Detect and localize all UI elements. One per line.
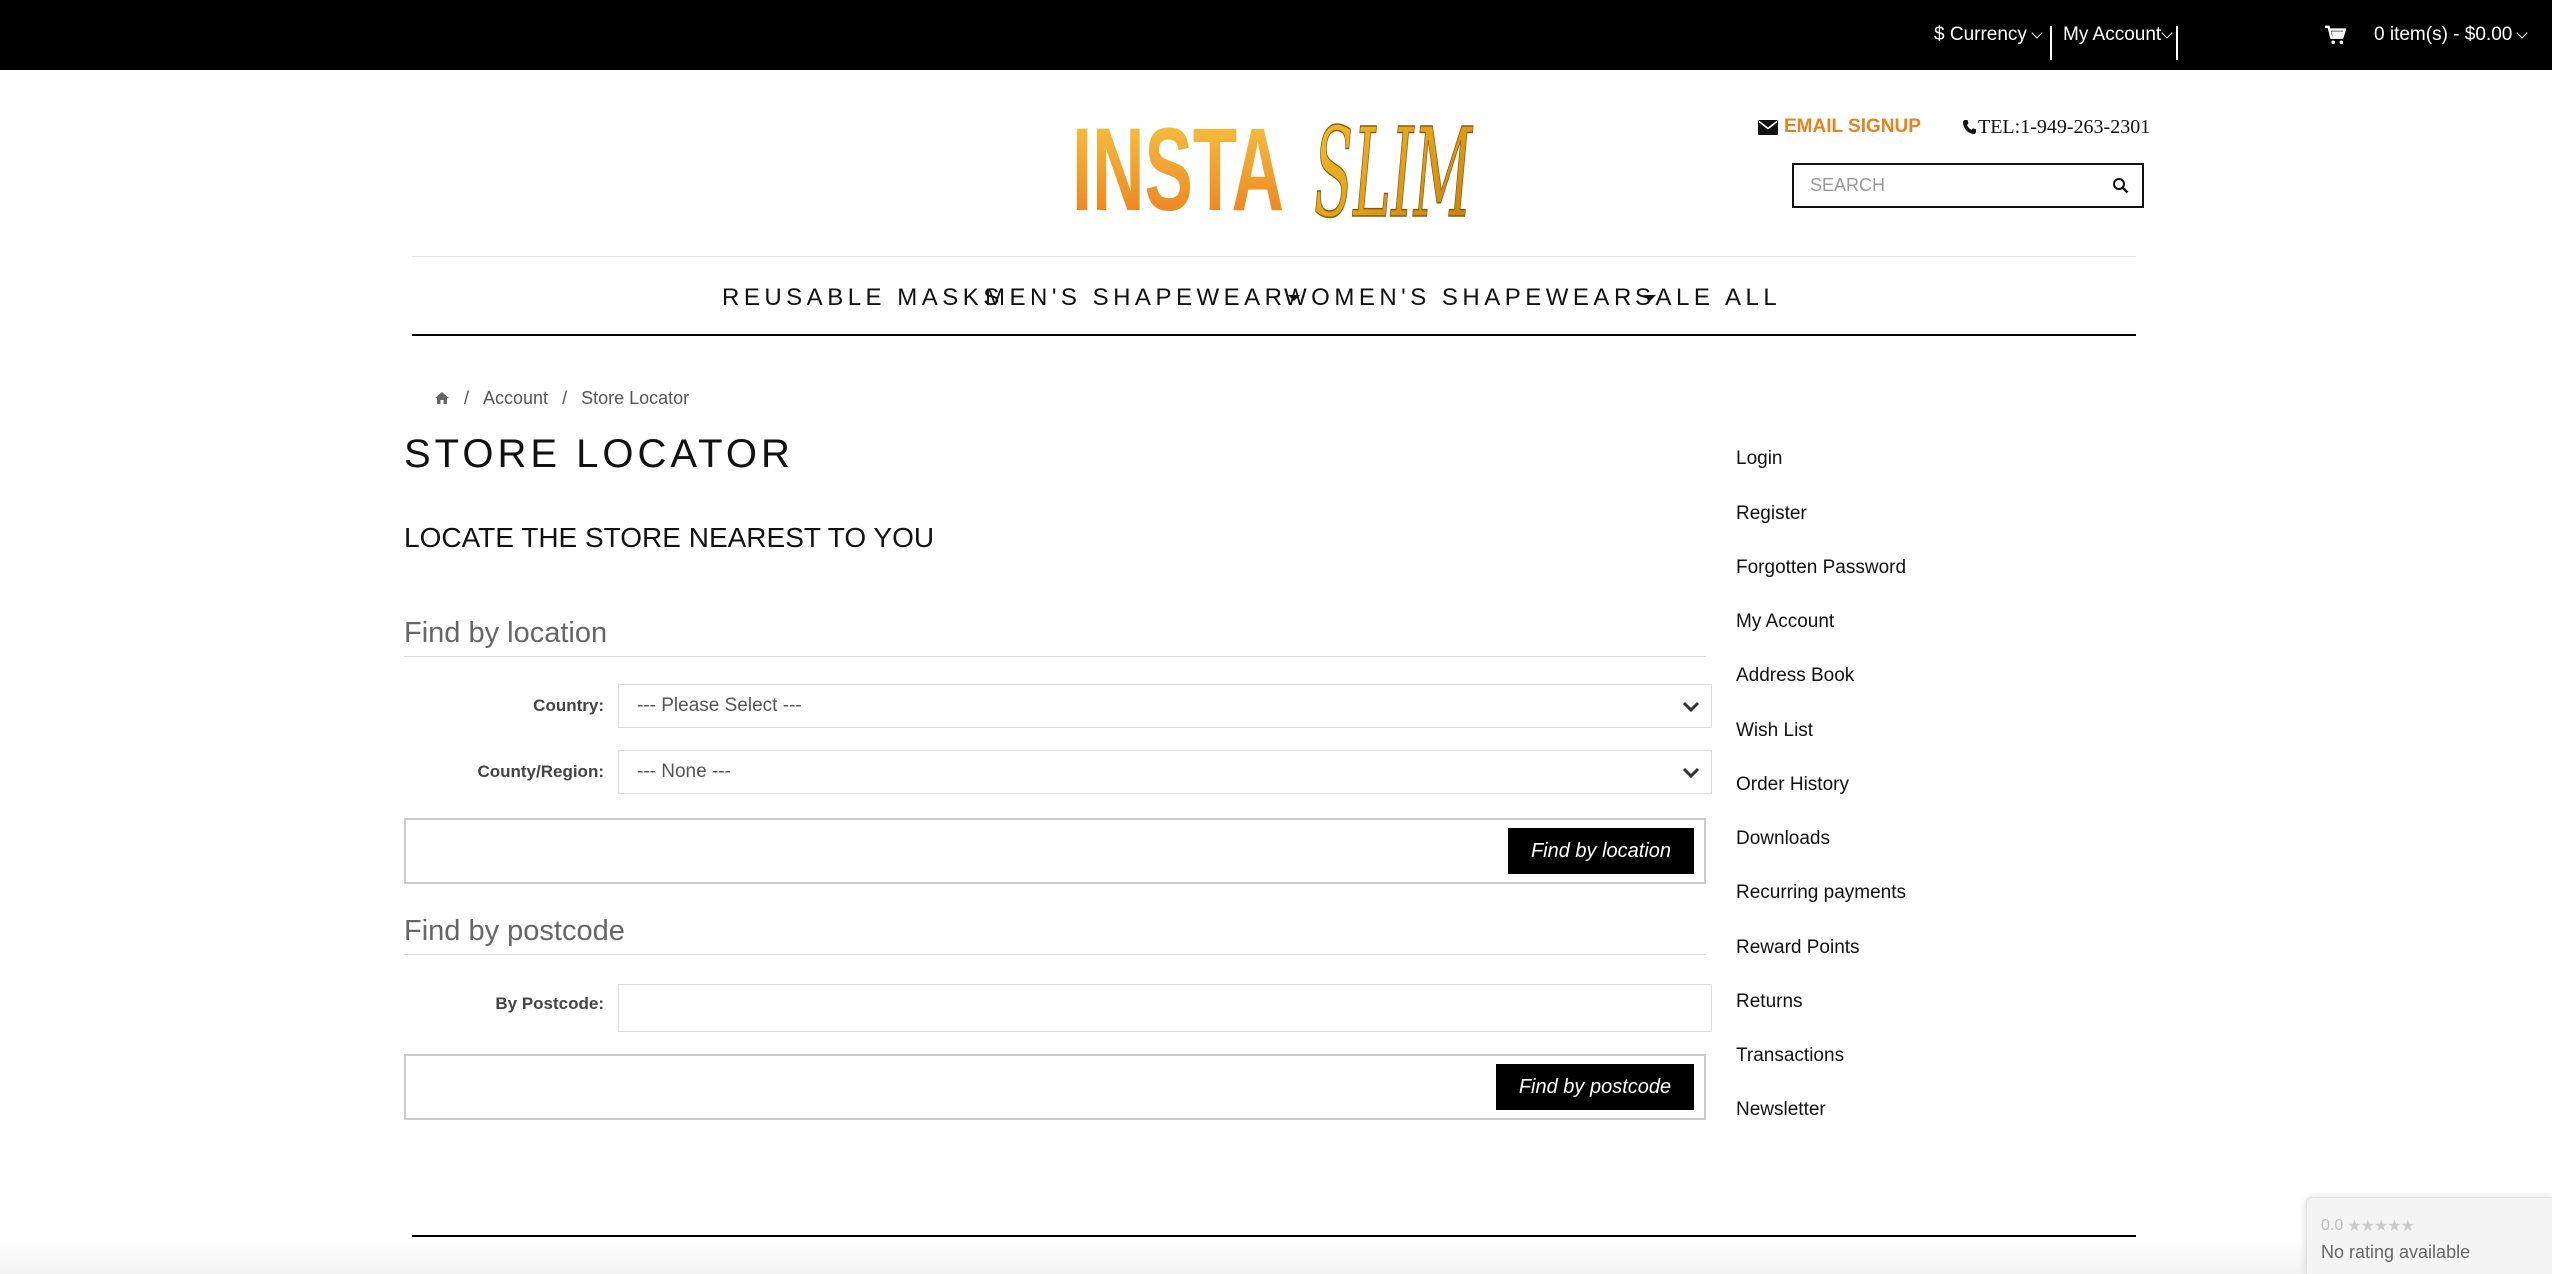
country-select[interactable]: --- Please Select --- — [618, 684, 1712, 728]
chevron-down-icon — [2516, 26, 2528, 39]
nav-item-mens-shapewear[interactable]: MEN'S SHAPEWEAR — [985, 280, 1301, 316]
nav-item-womens-shapewear[interactable]: WOMEN'S SHAPEWEAR — [1284, 280, 1656, 316]
nav-label: REUSABLE MASKS — [722, 284, 1004, 311]
search-icon[interactable] — [2112, 177, 2130, 195]
sidebar-item-my-account[interactable]: My Account — [1736, 611, 1834, 633]
region-label: County/Region: — [477, 762, 604, 781]
sidebar-item-downloads[interactable]: Downloads — [1736, 828, 1830, 850]
top-bar: $ Currency My Account 0 item(s) - $0.00 — [0, 0, 2552, 70]
nav-item-all[interactable]: ALL — [1725, 280, 1781, 316]
legend-text: Find by location — [404, 617, 608, 649]
sidebar-item-returns[interactable]: Returns — [1736, 991, 1803, 1013]
home-icon[interactable] — [434, 391, 450, 405]
nav-label: ALL — [1725, 284, 1782, 311]
sidebar-item-recurring-payments[interactable]: Recurring payments — [1736, 882, 1906, 904]
currency-dropdown[interactable]: $ Currency — [1934, 0, 2043, 70]
search-box — [1792, 163, 2144, 208]
sidebar-item-order-history[interactable]: Order History — [1736, 774, 1849, 796]
phone-number[interactable]: TEL:1-949-263-2301 — [1962, 114, 2150, 140]
footer-divider — [412, 1235, 2136, 1237]
postcode-input[interactable] — [618, 984, 1712, 1032]
nav-item-reusable-masks[interactable]: REUSABLE MASKS — [722, 280, 1004, 316]
region-selected-value: --- None --- — [637, 761, 731, 782]
cart-dropdown[interactable]: 0 item(s) - $0.00 — [2324, 0, 2528, 70]
rating-score: 0.0 — [2321, 1217, 2344, 1234]
sidebar-item-newsletter[interactable]: Newsletter — [1736, 1099, 1826, 1121]
nav-label: WOMEN'S SHAPEWEAR — [1284, 284, 1636, 311]
chevron-down-icon — [2031, 26, 2043, 39]
country-label: Country: — [533, 696, 604, 715]
legend-text: Find by postcode — [404, 915, 625, 947]
cart-icon — [2325, 25, 2346, 45]
page-subtitle: LOCATE THE STORE NEAREST TO YOU — [404, 522, 935, 553]
envelope-icon — [1758, 119, 1778, 135]
topbar-divider — [2176, 26, 2178, 60]
sidebar-item-forgotten-password[interactable]: Forgotten Password — [1736, 557, 1906, 579]
star-rating-icon: ★★★★★ — [2347, 1218, 2415, 1235]
logo-text-slim: SLIM — [1314, 102, 1473, 238]
postcode-label: By Postcode: — [495, 994, 604, 1013]
main-nav: REUSABLE MASKS MEN'S SHAPEWEAR WOMEN'S S… — [412, 258, 2136, 336]
breadcrumb-store-locator[interactable]: Store Locator — [581, 388, 689, 409]
sidebar-item-register[interactable]: Register — [1736, 503, 1807, 525]
sidebar-item-address-book[interactable]: Address Book — [1736, 665, 1854, 687]
my-account-dropdown[interactable]: My Account — [2063, 0, 2173, 70]
nav-item-sale[interactable]: SALE — [1635, 280, 1714, 316]
sidebar-item-wish-list[interactable]: Wish List — [1736, 720, 1813, 742]
currency-label: $ Currency — [1934, 24, 2027, 45]
sidebar-item-login[interactable]: Login — [1736, 448, 1783, 470]
cart-label: 0 item(s) - $0.00 — [2374, 24, 2513, 45]
phone-label: TEL:1-949-263-2301 — [1978, 115, 2151, 138]
email-signup-link[interactable]: EMAIL SIGNUP — [1758, 114, 1921, 140]
rating-badge[interactable]: 0.0 ★★★★★ No rating available — [2306, 1197, 2552, 1274]
logo-text-insta: INSTA — [1072, 104, 1284, 236]
nav-label: MEN'S SHAPEWEAR — [985, 284, 1287, 311]
chevron-down-icon — [1682, 701, 1700, 713]
find-by-location-button[interactable]: Find by location — [1508, 828, 1694, 874]
breadcrumb-separator: / — [562, 387, 568, 408]
header-divider — [412, 256, 2136, 257]
find-by-postcode-legend: Find by postcode — [404, 915, 1706, 955]
nav-label: SALE — [1635, 284, 1715, 311]
rating-score-row: 0.0 ★★★★★ — [2321, 1216, 2415, 1236]
search-input[interactable] — [1794, 165, 2094, 206]
location-buttons-box: Find by location — [404, 818, 1706, 884]
region-select[interactable]: --- None --- — [618, 750, 1712, 794]
site-logo[interactable]: INSTA SLIM — [1068, 88, 1478, 247]
my-account-label: My Account — [2063, 24, 2162, 45]
logo-graphic: INSTA SLIM — [1072, 101, 1474, 247]
footer-shadow — [0, 1238, 2552, 1274]
find-by-location-legend: Find by location — [404, 617, 1706, 657]
country-selected-value: --- Please Select --- — [637, 695, 802, 716]
topbar-divider — [2050, 26, 2052, 60]
email-signup-label: EMAIL SIGNUP — [1784, 116, 1921, 137]
sidebar-item-reward-points[interactable]: Reward Points — [1736, 937, 1860, 959]
page-title: STORE LOCATOR — [404, 432, 794, 476]
breadcrumb-account[interactable]: Account — [483, 388, 548, 409]
phone-icon — [1963, 120, 1976, 134]
find-by-postcode-button[interactable]: Find by postcode — [1496, 1064, 1694, 1110]
chevron-down-icon — [2161, 26, 2173, 39]
rating-text: No rating available — [2321, 1242, 2471, 1262]
breadcrumb-separator: / — [464, 387, 470, 408]
postcode-buttons-box: Find by postcode — [404, 1054, 1706, 1120]
sidebar-item-transactions[interactable]: Transactions — [1736, 1045, 1844, 1067]
chevron-down-icon — [1682, 767, 1700, 779]
breadcrumb: / Account / Store Locator — [434, 386, 689, 410]
